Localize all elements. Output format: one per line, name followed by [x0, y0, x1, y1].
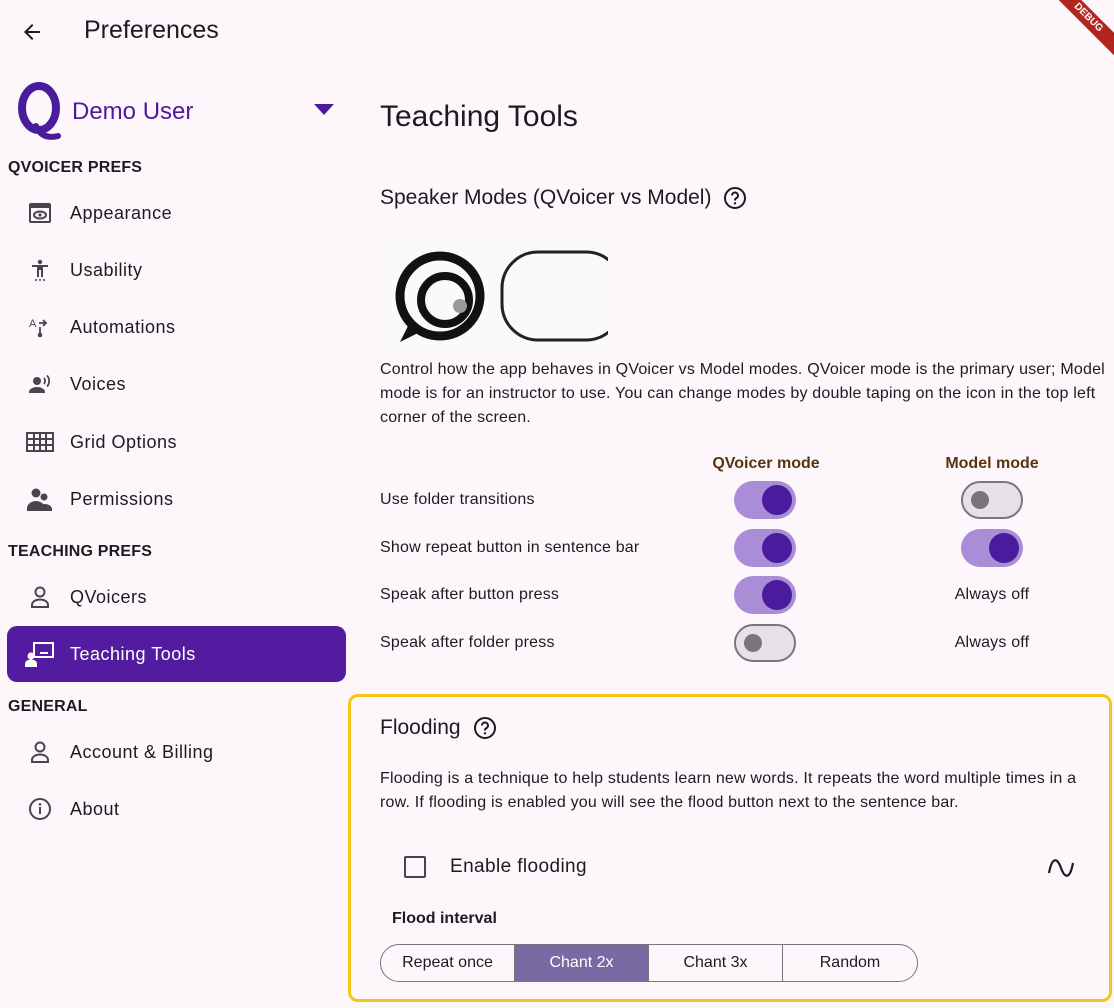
- setting-label: Speak after folder press: [380, 634, 555, 651]
- debug-banner: DEBUG: [1039, 0, 1114, 67]
- setting-label: Speak after button press: [380, 586, 560, 603]
- section-teaching-prefs: TEACHING PREFS: [8, 543, 153, 560]
- sidebar: Demo User QVOICER PREFS Appearance Usabi…: [0, 64, 356, 1008]
- sidebar-item-voices[interactable]: Voices: [7, 356, 346, 412]
- sidebar-item-label: Usability: [70, 259, 143, 280]
- people-icon: [25, 484, 55, 514]
- speaker-modes-title-text: Speaker Modes (QVoicer vs Model): [380, 186, 712, 209]
- sidebar-item-label: Teaching Tools: [70, 643, 196, 664]
- section-qvoicer-prefs: QVOICER PREFS: [8, 159, 143, 176]
- sidebar-item-account-billing[interactable]: Account & Billing: [7, 724, 346, 780]
- always-off-text: Always off: [954, 586, 1030, 603]
- setting-label: Use folder transitions: [380, 491, 535, 508]
- toggle-knob: [762, 580, 792, 610]
- segment-random[interactable]: Random: [783, 945, 917, 981]
- enable-flooding-checkbox[interactable]: [404, 856, 426, 878]
- flooding-title-text: Flooding: [380, 716, 461, 739]
- accessibility-icon: [25, 255, 55, 285]
- q-logo-icon: [14, 82, 64, 142]
- toggle-folder-transitions-model[interactable]: [961, 481, 1023, 519]
- appearance-icon: [25, 198, 55, 228]
- segment-chant-3x[interactable]: Chant 3x: [649, 945, 783, 981]
- user-name: Demo User: [72, 98, 194, 125]
- segment-chant-2x[interactable]: Chant 2x: [515, 945, 649, 981]
- user-selector[interactable]: Demo User: [14, 82, 334, 142]
- sidebar-item-label: Voices: [70, 373, 127, 394]
- app-bar: Preferences DEBUG: [0, 0, 1114, 67]
- teacher-icon: [25, 639, 55, 669]
- sidebar-item-label: QVoicers: [70, 586, 148, 607]
- wave-icon: [1046, 853, 1076, 883]
- person-icon: [25, 737, 55, 767]
- column-header-qvoicer: QVoicer mode: [712, 455, 820, 472]
- sidebar-item-label: Account & Billing: [70, 741, 214, 762]
- toggle-speak-after-folder-qvoicer[interactable]: [734, 624, 796, 662]
- help-icon[interactable]: [473, 716, 497, 740]
- grid-icon: [25, 427, 55, 457]
- main-content: Teaching Tools Speaker Modes (QVoicer vs…: [348, 64, 1114, 1008]
- sidebar-item-about[interactable]: About: [7, 781, 346, 837]
- setting-label: Show repeat button in sentence bar: [380, 539, 640, 556]
- speaker-modes-title: Speaker Modes (QVoicer vs Model): [380, 186, 747, 210]
- speaker-modes-image: [380, 238, 608, 346]
- column-header-model: Model mode: [945, 455, 1039, 472]
- page-title: Preferences: [84, 16, 219, 44]
- automation-icon: A: [25, 312, 55, 342]
- sidebar-item-grid-options[interactable]: Grid Options: [7, 414, 346, 470]
- sidebar-item-label: Appearance: [70, 202, 173, 223]
- enable-flooding-row[interactable]: Enable flooding: [404, 856, 587, 878]
- flood-interval-segmented-control: Repeat once Chant 2x Chant 3x Random: [380, 944, 918, 982]
- back-button[interactable]: [14, 14, 50, 50]
- flooding-description: Flooding is a technique to help students…: [380, 770, 1077, 811]
- sidebar-item-qvoicers[interactable]: QVoicers: [7, 569, 346, 625]
- enable-flooding-label: Enable flooding: [450, 856, 587, 877]
- toggle-speak-after-button-qvoicer[interactable]: [734, 576, 796, 614]
- arrow-back-icon: [24, 24, 40, 40]
- flooding-title: Flooding: [380, 716, 497, 740]
- section-heading: Teaching Tools: [380, 100, 578, 133]
- segment-repeat-once[interactable]: Repeat once: [381, 945, 515, 981]
- sidebar-item-automations[interactable]: A Automations: [7, 299, 346, 355]
- speaker-modes-description: Control how the app behaves in QVoicer v…: [380, 361, 1105, 426]
- toggle-repeat-button-model[interactable]: [961, 529, 1023, 567]
- toggle-knob: [762, 485, 792, 515]
- section-general: GENERAL: [8, 698, 88, 715]
- toggle-knob: [971, 491, 989, 509]
- toggle-folder-transitions-qvoicer[interactable]: [734, 481, 796, 519]
- voice-icon: [25, 369, 55, 399]
- sidebar-item-permissions[interactable]: Permissions: [7, 471, 346, 527]
- sidebar-item-label: Grid Options: [70, 431, 178, 452]
- toggle-knob: [989, 533, 1019, 563]
- sidebar-item-label: Permissions: [70, 488, 174, 509]
- svg-text:A: A: [29, 318, 37, 330]
- info-icon: [25, 794, 55, 824]
- sidebar-item-label: About: [70, 798, 120, 819]
- sidebar-item-teaching-tools[interactable]: Teaching Tools: [7, 626, 346, 682]
- person-icon: [25, 582, 55, 612]
- help-icon[interactable]: [723, 186, 747, 210]
- toggle-knob: [762, 533, 792, 563]
- toggle-knob: [744, 634, 762, 652]
- always-off-text: Always off: [954, 634, 1030, 651]
- flood-interval-label: Flood interval: [392, 910, 497, 927]
- sidebar-item-usability[interactable]: Usability: [7, 242, 346, 298]
- chevron-down-icon[interactable]: [314, 104, 334, 115]
- toggle-repeat-button-qvoicer[interactable]: [734, 529, 796, 567]
- sidebar-item-label: Automations: [70, 316, 176, 337]
- sidebar-item-appearance[interactable]: Appearance: [7, 185, 346, 241]
